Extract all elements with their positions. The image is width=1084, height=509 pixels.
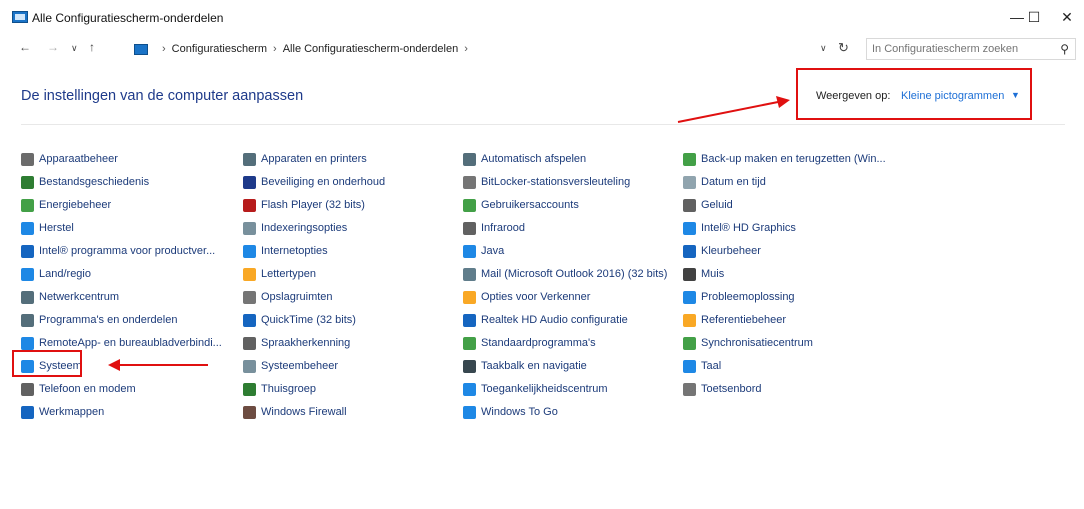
arrow-head-systeem	[108, 359, 120, 371]
arrow-line-view	[677, 101, 779, 123]
annotation-arrows	[108, 96, 790, 371]
arrow-head-view	[776, 96, 790, 108]
